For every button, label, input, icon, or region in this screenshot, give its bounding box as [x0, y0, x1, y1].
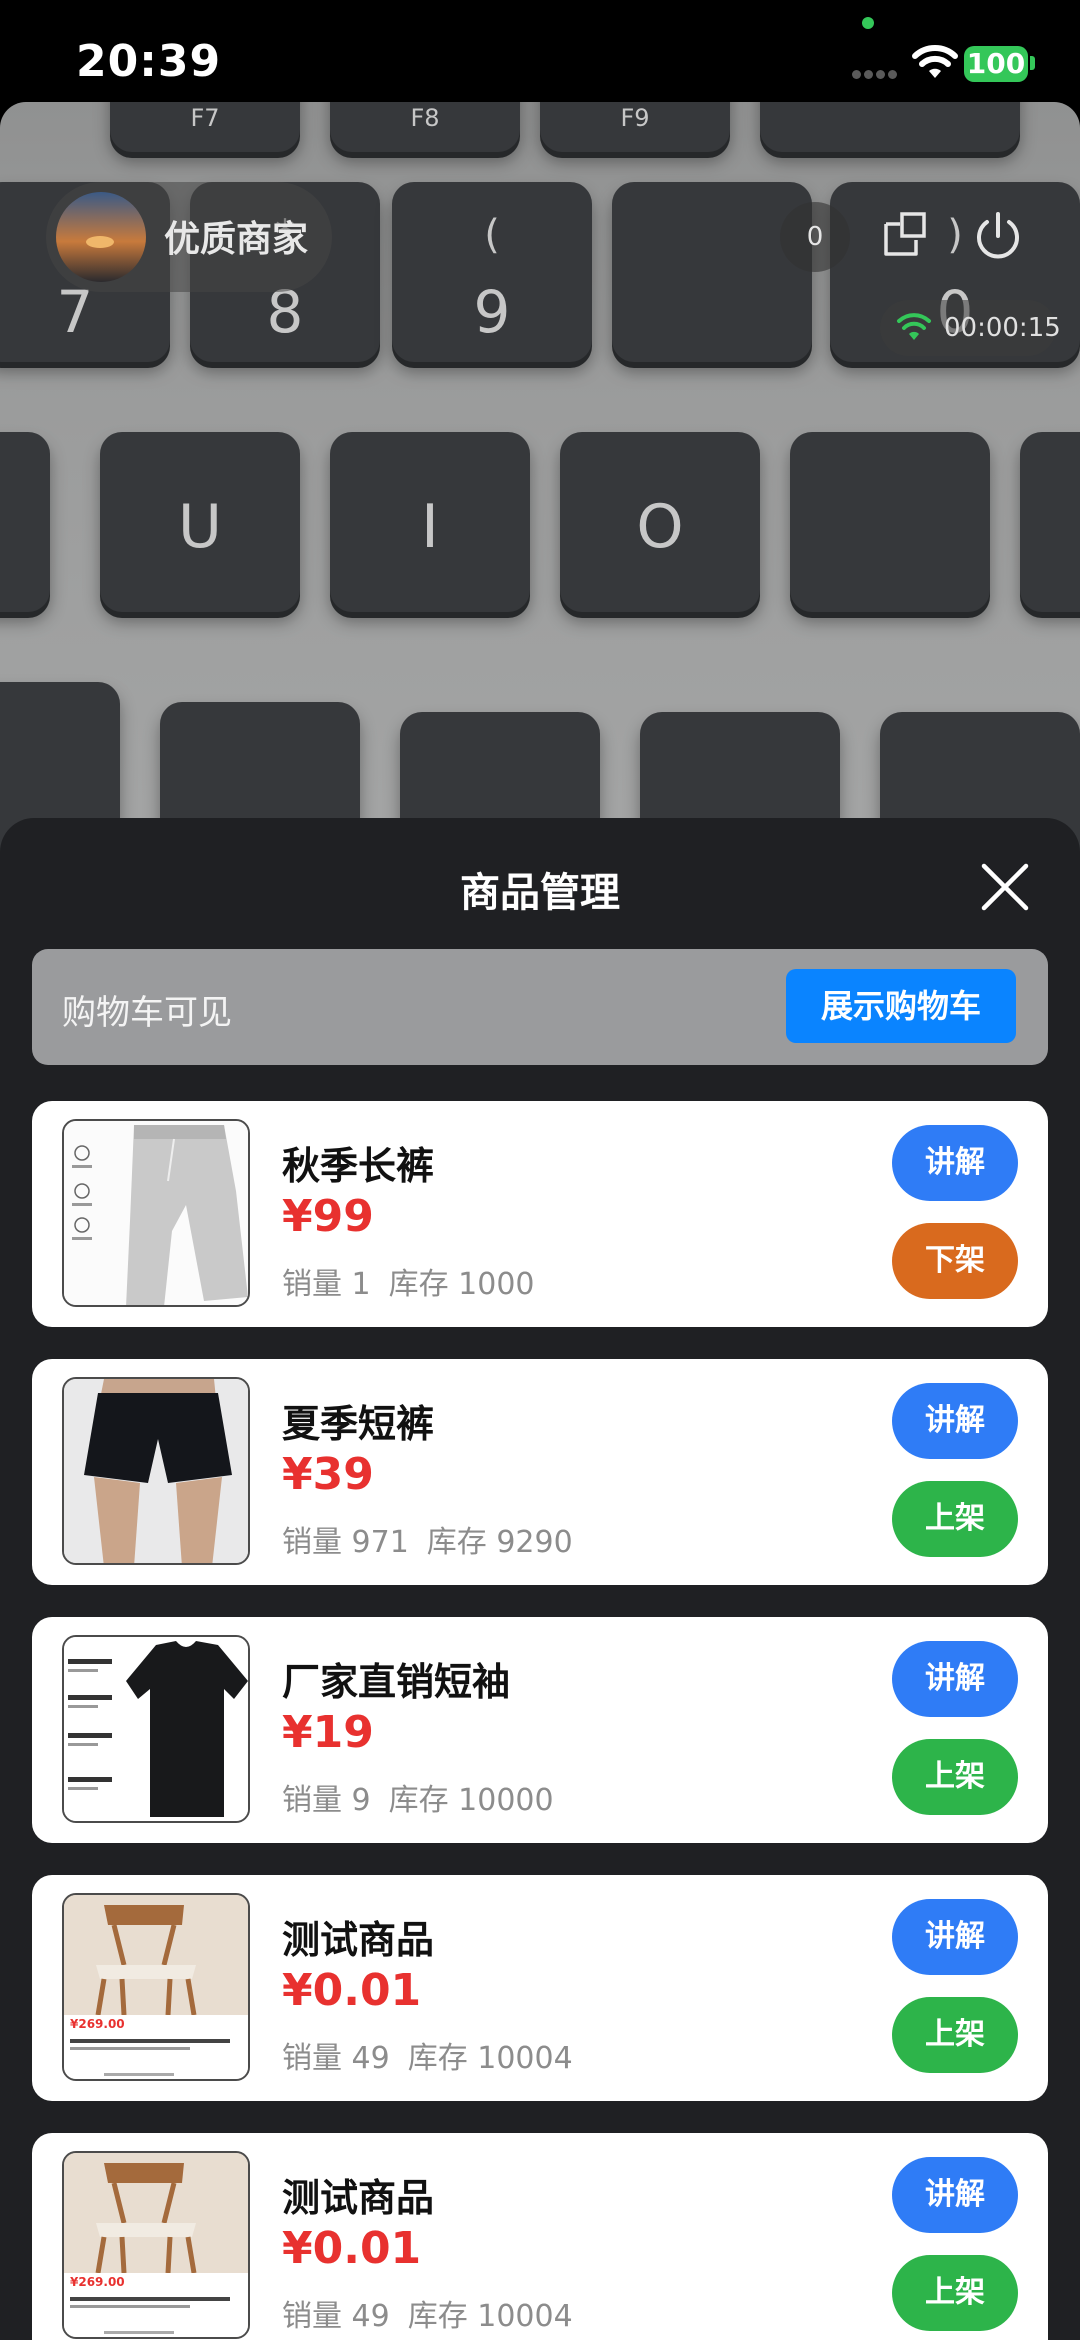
cart-visible-label: 购物车可见 — [62, 993, 232, 1033]
product-sales: 销量 49 — [282, 2041, 390, 2076]
avatar — [56, 192, 146, 282]
battery-tip — [1030, 56, 1035, 70]
explain-button[interactable]: 讲解 — [892, 2157, 1018, 2233]
product-sales: 销量 1 — [282, 1267, 371, 1302]
product-stats: 销量 49 库存 10004 — [282, 2291, 573, 2335]
product-price: ¥0.01 — [282, 1965, 422, 2016]
close-icon[interactable] — [978, 860, 1032, 914]
explain-button[interactable]: 讲解 — [892, 1125, 1018, 1201]
live-camera-preview: F7 F8 F9 &7 *8 (9 )0 U I O 优质商家 0 00:00:… — [0, 102, 1080, 862]
shelf-toggle-button[interactable]: 下架 — [892, 1223, 1018, 1299]
explain-button[interactable]: 讲解 — [892, 1383, 1018, 1459]
product-name: 秋季长裤 — [282, 1144, 435, 1188]
product-stock: 库存 10004 — [407, 2299, 573, 2334]
product-stats: 销量 1 库存 1000 — [282, 1259, 535, 1303]
cellular-signal-icon — [852, 64, 900, 83]
product-sales: 销量 49 — [282, 2299, 390, 2334]
shelf-toggle-button[interactable]: 上架 — [892, 1739, 1018, 1815]
product-thumbnail — [62, 1635, 250, 1823]
product-card[interactable]: 夏季短裤 ¥39 销量 971 库存 9290 讲解 上架 — [32, 1359, 1048, 1585]
product-thumbnail: ¥269.00 — [62, 1893, 250, 2081]
host-name: 优质商家 — [164, 219, 309, 260]
product-price: ¥99 — [282, 1191, 374, 1242]
product-card[interactable]: ¥269.00 测试商品 ¥0.01 销量 49 库存 10004 讲解 上架 — [32, 1875, 1048, 2101]
wifi-icon — [912, 45, 958, 78]
product-card[interactable]: 厂家直销短袖 ¥19 销量 9 库存 10000 讲解 上架 — [32, 1617, 1048, 1843]
product-sales: 销量 9 — [282, 1783, 371, 1818]
share-icon[interactable] — [880, 210, 930, 260]
viewer-count-badge[interactable]: 0 — [780, 202, 850, 272]
explain-button[interactable]: 讲解 — [892, 1641, 1018, 1717]
shelf-toggle-button[interactable]: 上架 — [892, 2255, 1018, 2331]
product-name: 厂家直销短袖 — [282, 1660, 511, 1704]
product-stats: 销量 971 库存 9290 — [282, 1517, 573, 1561]
live-timer-chip: 00:00:15 — [880, 300, 1061, 356]
cart-visibility-bar: 购物车可见 展示购物车 — [32, 949, 1048, 1065]
product-thumbnail — [62, 1377, 250, 1565]
explain-button[interactable]: 讲解 — [892, 1899, 1018, 1975]
product-thumbnail: ¥269.00 — [62, 2151, 250, 2339]
product-stock: 库存 10000 — [388, 1783, 554, 1818]
product-stock: 库存 1000 — [388, 1267, 535, 1302]
thumbnail-price-tag: ¥269.00 — [70, 2275, 125, 2289]
shelf-toggle-button[interactable]: 上架 — [892, 1997, 1018, 2073]
product-management-sheet: 商品管理 购物车可见 展示购物车 秋季长裤 ¥99 销量 1 库存 1000 讲… — [0, 818, 1080, 2340]
product-price: ¥39 — [282, 1449, 374, 1500]
product-thumbnail — [62, 1119, 250, 1307]
sheet-title: 商品管理 — [460, 870, 620, 916]
product-stock: 库存 10004 — [407, 2041, 573, 2076]
product-name: 夏季短裤 — [282, 1402, 435, 1446]
host-info-chip[interactable]: 优质商家 — [46, 182, 332, 292]
status-time: 20:39 — [76, 36, 222, 87]
product-name: 测试商品 — [282, 1918, 435, 1962]
status-bar: 20:39 100 — [0, 0, 1080, 102]
shelf-toggle-button[interactable]: 上架 — [892, 1481, 1018, 1557]
product-price: ¥19 — [282, 1707, 374, 1758]
signal-icon — [897, 313, 931, 340]
product-sales: 销量 971 — [282, 1525, 409, 1560]
product-stats: 销量 9 库存 10000 — [282, 1775, 554, 1819]
product-name: 测试商品 — [282, 2176, 435, 2220]
product-stats: 销量 49 库存 10004 — [282, 2033, 573, 2077]
product-price: ¥0.01 — [282, 2223, 422, 2274]
product-stock: 库存 9290 — [426, 1525, 573, 1560]
product-card[interactable]: ¥269.00 测试商品 ¥0.01 销量 49 库存 10004 讲解 上架 — [32, 2133, 1048, 2340]
camera-indicator-dot — [862, 17, 874, 29]
show-cart-button[interactable]: 展示购物车 — [786, 969, 1016, 1043]
thumbnail-price-tag: ¥269.00 — [70, 2017, 125, 2031]
power-icon[interactable] — [970, 208, 1026, 264]
product-card[interactable]: 秋季长裤 ¥99 销量 1 库存 1000 讲解 下架 — [32, 1101, 1048, 1327]
live-timer: 00:00:15 — [944, 313, 1061, 343]
battery-icon: 100 — [964, 46, 1028, 82]
